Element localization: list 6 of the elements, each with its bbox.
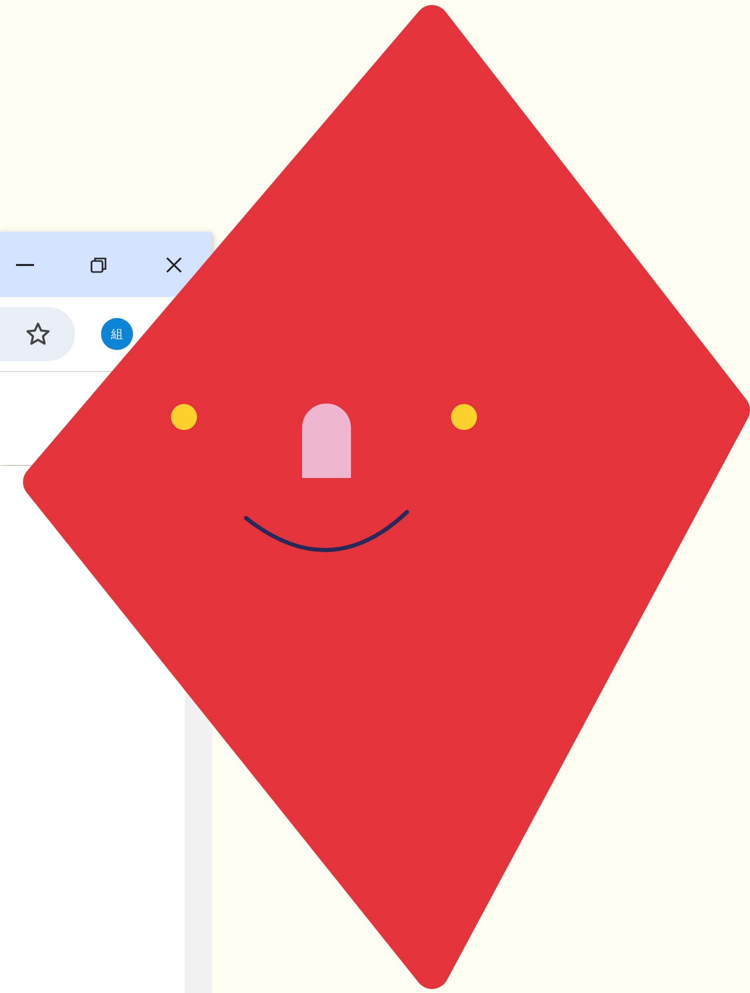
star-icon[interactable] <box>24 321 50 347</box>
address-bar[interactable] <box>0 307 75 361</box>
close-icon <box>165 256 183 274</box>
restore-icon <box>90 256 108 274</box>
profile-avatar[interactable]: 組 <box>101 318 133 350</box>
minimize-icon <box>16 264 34 266</box>
